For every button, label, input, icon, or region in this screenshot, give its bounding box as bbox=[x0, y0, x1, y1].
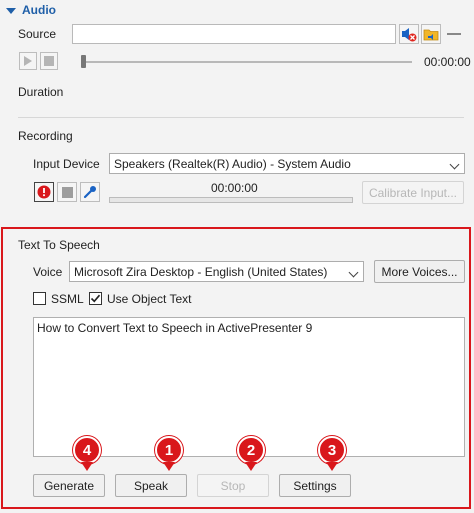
calibrate-input-button[interactable]: Calibrate Input... bbox=[362, 181, 464, 204]
record-icon bbox=[37, 185, 51, 199]
microphone-button[interactable] bbox=[80, 182, 100, 202]
audio-section-title: Audio bbox=[22, 3, 56, 17]
use-object-text-checkbox[interactable] bbox=[89, 292, 102, 305]
badge-number: 1 bbox=[155, 436, 183, 464]
source-input[interactable] bbox=[72, 24, 396, 44]
stop-button[interactable]: Stop bbox=[197, 474, 269, 497]
stop-playback-button[interactable] bbox=[40, 52, 58, 70]
audio-section-header[interactable]: Audio bbox=[6, 3, 56, 17]
recording-label: Recording bbox=[18, 129, 73, 143]
badge-pointer bbox=[326, 462, 338, 471]
text-to-speech-label: Text To Speech bbox=[18, 238, 100, 252]
record-button[interactable] bbox=[34, 182, 54, 202]
checkmark-icon bbox=[90, 294, 101, 303]
audio-timeline-track[interactable] bbox=[84, 61, 412, 63]
minus-icon[interactable] bbox=[447, 33, 461, 35]
ssml-label: SSML bbox=[51, 292, 84, 306]
callout-badge-stop: 2 bbox=[237, 436, 265, 471]
speaker-remove-icon bbox=[402, 28, 417, 42]
play-icon bbox=[24, 56, 32, 66]
badge-number: 4 bbox=[73, 436, 101, 464]
browse-audio-button[interactable] bbox=[421, 24, 441, 44]
badge-number: 3 bbox=[318, 436, 346, 464]
callout-badge-generate: 4 bbox=[73, 436, 101, 471]
play-button[interactable] bbox=[19, 52, 37, 70]
duration-label: Duration bbox=[18, 85, 64, 99]
chevron-down-icon bbox=[449, 159, 460, 170]
badge-number: 2 bbox=[237, 436, 265, 464]
stop-icon bbox=[61, 186, 73, 198]
badge-pointer bbox=[245, 462, 257, 471]
folder-icon bbox=[423, 29, 439, 41]
input-device-value: Speakers (Realtek(R) Audio) - System Aud… bbox=[114, 156, 351, 171]
recording-time: 00:00:00 bbox=[211, 181, 258, 195]
input-level-meter bbox=[109, 197, 353, 203]
divider bbox=[18, 117, 464, 118]
input-device-label: Input Device bbox=[33, 157, 100, 171]
microphone-icon bbox=[83, 186, 96, 199]
stop-recording-button[interactable] bbox=[57, 182, 77, 202]
generate-button[interactable]: Generate bbox=[33, 474, 105, 497]
source-label: Source bbox=[18, 27, 57, 41]
use-object-text-label: Use Object Text bbox=[107, 292, 192, 306]
chevron-down-icon bbox=[348, 267, 359, 278]
remove-audio-button[interactable] bbox=[399, 24, 419, 44]
audio-time: 00:00:00 bbox=[424, 55, 471, 69]
settings-button[interactable]: Settings bbox=[279, 474, 351, 497]
voice-select[interactable]: Microsoft Zira Desktop - English (United… bbox=[69, 261, 364, 282]
speak-button[interactable]: Speak bbox=[115, 474, 187, 497]
voice-value: Microsoft Zira Desktop - English (United… bbox=[74, 264, 328, 279]
stop-icon bbox=[44, 56, 54, 66]
more-voices-button[interactable]: More Voices... bbox=[374, 260, 465, 283]
input-device-select[interactable]: Speakers (Realtek(R) Audio) - System Aud… bbox=[109, 153, 465, 174]
callout-badge-speak: 1 bbox=[155, 436, 183, 471]
badge-pointer bbox=[163, 462, 175, 471]
voice-label: Voice bbox=[33, 265, 63, 279]
badge-pointer bbox=[81, 462, 93, 471]
collapse-triangle-icon bbox=[6, 7, 16, 14]
ssml-checkbox[interactable] bbox=[33, 292, 46, 305]
speech-text: How to Convert Text to Speech in ActiveP… bbox=[37, 321, 313, 335]
audio-timeline-thumb[interactable] bbox=[81, 55, 86, 68]
callout-badge-settings: 3 bbox=[318, 436, 346, 471]
